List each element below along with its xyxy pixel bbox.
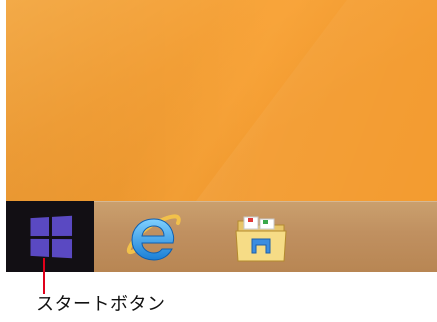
screenshot-frame <box>6 0 437 272</box>
taskbar <box>6 201 437 272</box>
callout-line <box>43 258 45 294</box>
file-explorer-taskbar-button[interactable] <box>232 209 290 267</box>
internet-explorer-taskbar-button[interactable] <box>124 207 182 265</box>
file-explorer-icon <box>235 216 287 262</box>
internet-explorer-icon <box>126 214 181 261</box>
windows-logo-icon <box>30 215 73 258</box>
start-button[interactable] <box>6 201 94 272</box>
start-button-caption: スタートボタン <box>36 294 166 315</box>
desktop-background <box>6 0 437 201</box>
